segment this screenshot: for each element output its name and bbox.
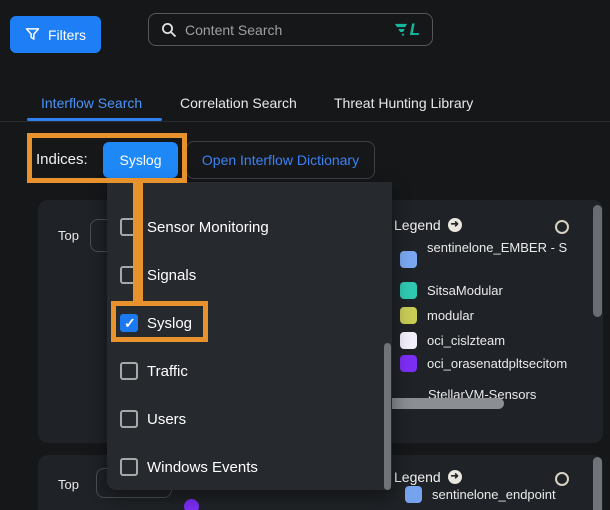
- stellar-logo-icon: L: [394, 22, 420, 37]
- dropdown-option-users[interactable]: Users: [107, 402, 377, 436]
- tab-correlation-search[interactable]: Correlation Search: [180, 95, 297, 111]
- legend-item[interactable]: SitsaModular: [400, 282, 503, 299]
- legend-item-label: oci_cislzteam: [427, 333, 505, 348]
- legend-toggle-icon[interactable]: [555, 472, 569, 486]
- dropdown-option-label: Windows Events: [147, 459, 258, 476]
- legend-item[interactable]: oci_cislzteam: [400, 332, 505, 349]
- dropdown-option-label: Users: [147, 411, 186, 428]
- checkbox[interactable]: [120, 218, 138, 236]
- content-search-box: L: [148, 13, 433, 46]
- legend-color-chip: [400, 332, 417, 349]
- dropdown-option-label: Signals: [147, 267, 196, 284]
- vertical-scrollbar-thumb[interactable]: [593, 457, 602, 510]
- legend-toggle-icon[interactable]: [555, 220, 569, 234]
- dictionary-link-box: Open Interflow Dictionary: [186, 141, 375, 179]
- legend-item-label: sentinelone_EMBER - S: [427, 240, 567, 255]
- legend-item[interactable]: oci_orasenatdpltsecitom: [400, 355, 567, 372]
- legend-item-label: oci_orasenatdpltsecitom: [427, 356, 567, 371]
- legend-color-chip: [400, 251, 417, 268]
- dropdown-option-sensor-monitoring[interactable]: Sensor Monitoring: [107, 210, 377, 244]
- legend-header: Legend ➜: [394, 217, 462, 233]
- active-tab-underline: [27, 118, 162, 121]
- content-search-input[interactable]: [185, 22, 386, 38]
- dropdown-option-label: Sensor Monitoring: [147, 219, 269, 236]
- filters-button[interactable]: Filters: [10, 16, 101, 53]
- legend-color-chip: [405, 486, 422, 503]
- vertical-scrollbar-thumb[interactable]: [593, 205, 602, 317]
- dropdown-option-label: Syslog: [147, 315, 192, 332]
- dropdown-option-traffic[interactable]: Traffic: [107, 354, 377, 388]
- dropdown-option-signals[interactable]: Signals: [107, 258, 377, 292]
- legend-item-label: modular: [427, 308, 474, 323]
- legend-title: Legend: [394, 217, 441, 233]
- legend-item[interactable]: modular: [400, 307, 474, 324]
- chart-fragment: [184, 499, 199, 510]
- indices-dropdown-menu: Sensor Monitoring Signals Syslog Traffic…: [107, 182, 392, 490]
- legend-color-chip: [400, 307, 417, 324]
- legend-item-label: sentinelone_endpoint: [432, 487, 556, 502]
- legend-item[interactable]: sentinelone_EMBER - S: [400, 240, 567, 268]
- top-label: Top: [58, 477, 79, 492]
- tab-interflow-search[interactable]: Interflow Search: [41, 95, 142, 111]
- dropdown-option-windows-events[interactable]: Windows Events: [107, 450, 377, 484]
- checkbox[interactable]: [120, 458, 138, 476]
- dropdown-option-syslog[interactable]: Syslog: [107, 306, 377, 340]
- legend-expand-icon[interactable]: ➜: [448, 470, 462, 484]
- legend-item[interactable]: sentinelone_endpoint: [405, 486, 556, 503]
- legend-item-label: SitsaModular: [427, 283, 503, 298]
- legend-header: Legend ➜: [394, 469, 462, 485]
- checkbox[interactable]: [120, 266, 138, 284]
- checkbox[interactable]: [120, 362, 138, 380]
- top-label: Top: [58, 228, 79, 243]
- legend-title: Legend: [394, 469, 441, 485]
- selected-index-button[interactable]: Syslog: [103, 142, 178, 178]
- checkbox[interactable]: [120, 410, 138, 428]
- legend-color-chip: [400, 355, 417, 372]
- legend-color-chip: [400, 282, 417, 299]
- legend-expand-icon[interactable]: ➜: [448, 218, 462, 232]
- tabs-divider: [0, 121, 610, 122]
- filters-button-label: Filters: [48, 27, 86, 43]
- tab-threat-hunting-library[interactable]: Threat Hunting Library: [334, 95, 473, 111]
- interflow-search-page: Filters L Interflow Search Correlation S…: [0, 0, 610, 510]
- funnel-icon: [25, 27, 40, 42]
- dropdown-scrollbar-thumb[interactable]: [384, 343, 391, 490]
- checkbox[interactable]: [120, 314, 138, 332]
- horizontal-scrollbar-thumb[interactable]: [386, 398, 504, 409]
- open-interflow-dictionary-link[interactable]: Open Interflow Dictionary: [202, 152, 359, 168]
- dropdown-option-label: Traffic: [147, 363, 188, 380]
- search-icon: [161, 22, 177, 38]
- indices-label: Indices:: [36, 151, 88, 168]
